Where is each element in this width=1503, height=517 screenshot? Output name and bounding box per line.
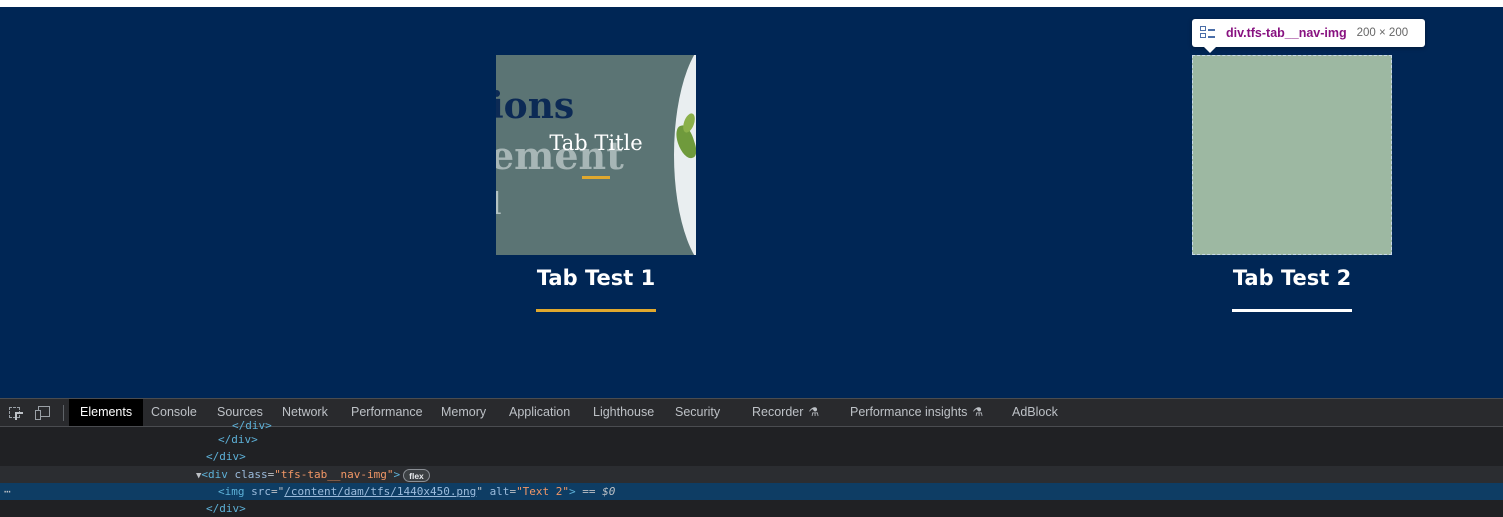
- closing-tag: </div>: [218, 433, 258, 446]
- page-content: ions ement l Tab Title Tab Test 1 Tab Te…: [0, 7, 1503, 398]
- open-tag: <div: [201, 468, 228, 481]
- tab-1-active-underline: [536, 309, 656, 312]
- dom-node-line[interactable]: </div>: [0, 431, 1503, 448]
- browser-top-strip: [0, 0, 1503, 7]
- attr-name: alt: [489, 485, 510, 498]
- tooltip-size: 200 × 200: [1356, 27, 1409, 39]
- tab-2-label[interactable]: Tab Test 2: [1192, 263, 1392, 293]
- open-tag: <img: [218, 485, 245, 498]
- thumbnail-bg-word: ions: [496, 85, 575, 127]
- flex-layout-icon: [1200, 26, 1216, 40]
- expand-triangle-icon[interactable]: ▼: [0, 471, 201, 481]
- tab-1-label[interactable]: Tab Test 1: [496, 263, 696, 293]
- tag-close: >: [393, 468, 401, 481]
- attr-value: "Text 2": [516, 485, 570, 498]
- closing-tag: </div>: [206, 450, 246, 463]
- dom-node-line[interactable]: </div>: [0, 448, 1503, 465]
- attr-name: class: [234, 468, 268, 481]
- tooltip-selector: div.tfs-tab__nav-img: [1226, 26, 1347, 40]
- tag-close: >: [569, 485, 576, 498]
- tab-2-underline: [1232, 309, 1352, 312]
- equals-marker: ==: [582, 485, 596, 498]
- src-link[interactable]: /content/dam/tfs/1440x450.png: [284, 485, 476, 498]
- inspector-tooltip: div.tfs-tab__nav-img 200 × 200: [1192, 19, 1425, 53]
- tab-1-thumbnail: ions ement l Tab Title: [496, 55, 696, 255]
- console-ref: $0: [602, 485, 616, 498]
- devtools-panel: Elements Console Sources Network Perform…: [0, 398, 1503, 517]
- thumbnail-overlay-title: Tab Title: [549, 131, 643, 155]
- tab-test-2[interactable]: Tab Test 2: [1192, 55, 1392, 312]
- more-options-icon[interactable]: ⋯: [4, 483, 11, 500]
- tab-test-1[interactable]: ions ement l Tab Title Tab Test 1: [496, 55, 696, 312]
- thumbnail-overlay-underline: [582, 176, 610, 179]
- attr-value: "tfs-tab__nav-img": [274, 468, 394, 481]
- attr-name: src: [251, 485, 271, 498]
- tab-2-thumbnail: [1192, 55, 1392, 255]
- dom-node-line[interactable]: </div>: [0, 500, 1503, 517]
- closing-tag: </div>: [206, 502, 246, 515]
- flex-badge[interactable]: flex: [403, 468, 430, 482]
- dom-node-line-selected[interactable]: ⋯ <img src="/content/dam/tfs/1440x450.pn…: [0, 483, 1503, 500]
- dom-node-line-hovered[interactable]: ▼<div class="tfs-tab__nav-img"> flex: [0, 466, 1503, 483]
- thumbnail-bg-word: l: [496, 187, 502, 222]
